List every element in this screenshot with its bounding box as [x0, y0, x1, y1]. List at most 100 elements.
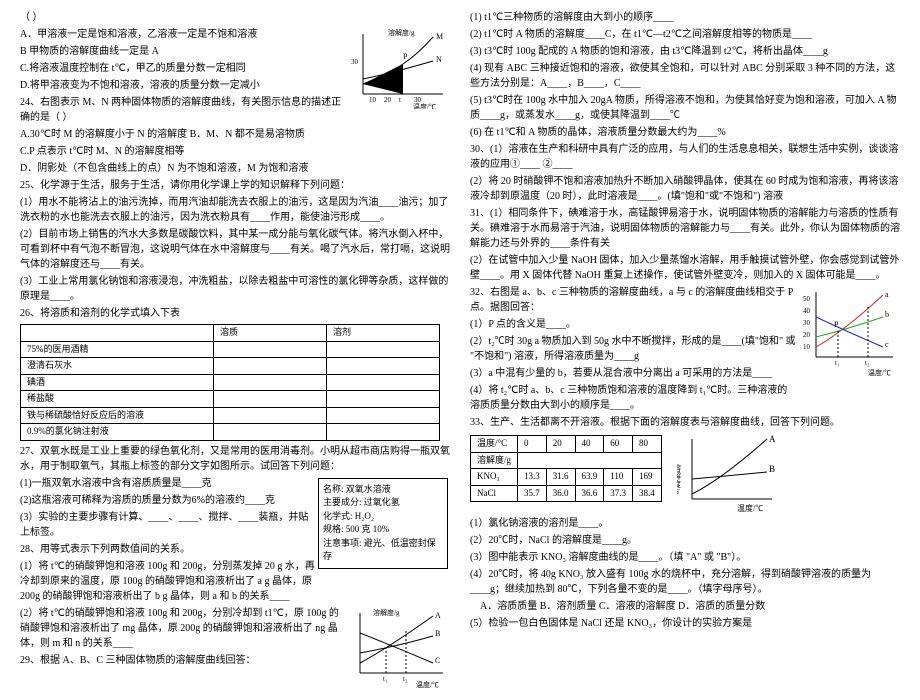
row-iodine: 碘酒: [21, 374, 214, 391]
svg-text:N: N: [436, 55, 442, 64]
worksheet-page: （ ） A．甲溶液一定是饱和溶液，乙溶液一定是不饱和溶液 B 甲物质的溶解度曲线…: [0, 0, 920, 700]
q33-3: (3）图中能表示 KNO₃ 溶解度曲线的是____。（填 "A" 或 "B"）。: [470, 550, 900, 565]
svg-text:M: M: [436, 32, 443, 41]
q33-5: (5）检验一包白色固体是 NaCl 还是 KNO₃，你设计的实验方案是: [470, 616, 900, 631]
svg-text:温度/℃: 温度/℃: [737, 503, 763, 513]
c-nacl-60: 37.3: [604, 485, 633, 502]
q24c: C.P 点表示 t℃时 M、N 的溶解度相等: [20, 144, 346, 159]
th-sol: 溶解度/g: [471, 452, 518, 469]
q28: 28、用等式表示下列两数值间的关系。: [20, 542, 316, 557]
svg-text:P: P: [403, 52, 408, 61]
svg-text:20: 20: [384, 96, 392, 104]
th-solvent: 溶剂: [327, 325, 440, 342]
q30: 30、(1）溶液在生产和科研中具有广泛的应用，与人们的生活息息相关，联想生活中实…: [470, 142, 900, 172]
solubility-graph-4: A B 溶解度/g 温度/℃: [677, 434, 777, 514]
th-20: 20: [546, 436, 575, 453]
q24: 24、右图表示 M、N 两种固体物质的溶解度曲线，有关图示信息的描述正确的是（ …: [20, 95, 346, 125]
q27-2: (2)这瓶溶液可稀释为溶质的质量分数为6%的溶液约____克: [20, 493, 316, 508]
label-name: 名称: 双氧水溶液: [323, 483, 443, 497]
svg-text:a: a: [885, 290, 889, 299]
label-spec: 规格: 500 克 10%: [323, 523, 443, 537]
r6: (6) 在 t1℃和 A 物质的晶体，溶液质量分数最大约为____%: [470, 125, 900, 140]
svg-text:t₂: t₂: [403, 675, 408, 683]
q33-4-opts: A．溶质质量 B．溶剂质量 C．溶液的溶解度 D．溶质的质量分数: [470, 599, 900, 614]
svg-text:30: 30: [803, 319, 811, 327]
left-column: （ ） A．甲溶液一定是饱和溶液，乙溶液一定是不饱和溶液 B 甲物质的溶解度曲线…: [20, 10, 450, 690]
solubility-graph-1: M N P 30 10 20 t 30 溶解度/g 温度/℃: [348, 29, 448, 109]
q27-3: (3）实验的主要步骤有计算、____、____、搅拌、____装瓶，并贴上标签。: [20, 510, 316, 540]
r2: (2) t1℃时 A 物质的溶解度____C，在 t1℃—t2℃之间溶解度相等的…: [470, 27, 900, 42]
c-nacl-20: 36.0: [546, 485, 575, 502]
th-80: 80: [633, 436, 662, 453]
q33-4: (4）20℃时，将 40g KNO₃ 放入盛有 100g 水的烧杯中，充分溶解，…: [470, 567, 900, 597]
svg-text:c: c: [885, 340, 889, 349]
right-column: (1) t1℃三种物质的溶解度由大到小的顺序____ (2) t1℃时 A 物质…: [470, 10, 900, 690]
svg-text:30: 30: [351, 58, 359, 66]
solute-solvent-table: 溶质溶剂 75%的医用酒精 澄清石灰水 碘酒 稀盐酸 铁与稀硫酸恰好反应后的溶液…: [20, 324, 440, 441]
svg-text:20: 20: [803, 331, 811, 339]
q33-2: (2）20℃时，NaCl 的溶解度是____g。: [470, 533, 900, 548]
q32-3: (3）a 中混有少量的 b，若要从混合液中分离出 a 可采用的方法是____: [470, 366, 796, 381]
c-nacl-40: 36.6: [575, 485, 604, 502]
opt-d: D.将甲溶液变为不饱和溶液，溶液的质量分数一定减小: [20, 78, 346, 93]
q32-2: (2）t₂℃时 30g a 物质加入到 50g 水中不断搅拌，形成的是____(…: [470, 334, 796, 364]
svg-text:A: A: [435, 611, 441, 620]
svg-text:A: A: [769, 434, 776, 444]
q29: 29、根据 A、B、C 三种固体物质的溶解度曲线回答：: [20, 653, 346, 668]
th-60: 60: [604, 436, 633, 453]
q28-1: (1）将 t℃的硝酸钾饱和溶液 100g 和 200g，分别蒸发掉 20 g 水…: [20, 559, 316, 604]
svg-text:t₁: t₁: [835, 359, 839, 367]
svg-text:溶解度/g: 溶解度/g: [388, 29, 415, 37]
row-hcl: 稀盐酸: [21, 391, 214, 408]
q33: 33、生产、生活都离不开溶液。根据下面的溶解度表与溶解度曲线，回答下列问题。: [470, 415, 900, 430]
svg-text:10: 10: [803, 343, 811, 351]
svg-text:t₁: t₁: [383, 675, 387, 683]
q27: 27、双氧水既是工业上重要的绿色氧化剂，又是常用的医用消毒剂。小明从超市商店购得…: [20, 444, 450, 474]
q32-1: (1）P 点的含义是____。: [470, 317, 796, 332]
c-kno3-20: 31.6: [546, 469, 575, 486]
svg-text:溶解度/g: 溶解度/g: [373, 608, 400, 617]
q32-4: (4）将 t₂℃时 a、b、c 三种物质饱和溶液的温度降到 t₁℃时。三种溶液的…: [470, 383, 796, 413]
q27-1: (1)一瓶双氧水溶液中含有溶质质量是____克: [20, 476, 316, 491]
th-0: 0: [518, 436, 547, 453]
q30-2: (2）将 20 时硝酸钾不饱和溶液加热升不断加入硝酸钾晶体，使其在 60 时成为…: [470, 174, 900, 204]
row-limewater: 澄清石灰水: [21, 358, 214, 375]
svg-text:50: 50: [803, 295, 811, 303]
opt-c: C.将溶液温度控制在 t℃，甲乙的质量分数一定相同: [20, 61, 346, 76]
c-kno3-40: 63.9: [575, 469, 604, 486]
opt-b: B 甲物质的溶解度曲线一定是 A: [20, 44, 346, 59]
q28-2: (2）将 t℃的硝酸钾饱和溶液 100g 和 200g，分别冷却到 t1℃，原 …: [20, 606, 346, 651]
q-paren: （ ）: [20, 10, 450, 25]
svg-text:温度/℃: 温度/℃: [413, 102, 436, 109]
svg-text:B: B: [769, 464, 775, 474]
c-kno3-0: 13.3: [518, 469, 547, 486]
q25-1: (1）用水不能将沾上的油污洗掉，而用汽油却能洗去衣服上的油污，这是因为汽油___…: [20, 195, 450, 225]
label-ingredient: 主要成分: 过氧化氢: [323, 496, 443, 510]
solubility-graph-3: a b c P 10 20 30 40 50 t₁ t₂ 温度/℃: [798, 287, 898, 367]
r3: (3) t3℃时 100g 配成的 A 物质的饱和溶液，由 t3℃降温到 t2℃…: [470, 44, 900, 59]
svg-text:B: B: [435, 629, 440, 638]
c-kno3-60: 110: [604, 469, 633, 486]
svg-text:40: 40: [803, 307, 811, 315]
label-formula: 化学式: H₂O₂: [323, 510, 443, 524]
solubility-graph-2: A B C t₁ t₂ 溶解度/g 温度/℃: [348, 608, 448, 688]
row-alcohol: 75%的医用酒精: [21, 341, 214, 358]
q26: 26、将溶质和溶剂的化学式填入下表: [20, 306, 450, 321]
r4: (4) 现有 ABC 三种接近饱和的溶液，欲使其全饱和，可以针对 ABC 分别采…: [470, 61, 900, 91]
th-temp: 温度/°C: [471, 436, 518, 453]
svg-text:t: t: [399, 96, 401, 104]
q32: 32、右图是 a、b、c 三种物质的溶解度曲线，a 与 c 的溶解度曲线相交于 …: [470, 285, 796, 315]
label-note: 注意事项: 避光、低温密封保存: [323, 537, 443, 564]
c-nacl-0: 35.7: [518, 485, 547, 502]
q24d: D．阴影处（不包含曲线上的点）N 为不饱和溶液，M 为饱和溶液: [20, 161, 346, 176]
th-40: 40: [575, 436, 604, 453]
q31-2: (2）在试管中加入少量 NaOH 固体，加入少量蒸馏水溶解，用手触摸试管外壁，你…: [470, 253, 900, 283]
row-kno3: KNO₃: [471, 469, 518, 486]
row-iron: 铁与稀硫酸恰好反应后的溶液: [21, 407, 214, 424]
q33-1: (1）氯化钠溶液的溶剂是____。: [470, 516, 900, 531]
opt-a: A．甲溶液一定是饱和溶液，乙溶液一定是不饱和溶液: [20, 27, 346, 42]
svg-text:溶解度/g: 溶解度/g: [677, 463, 682, 494]
q25-2: (2）目前市场上销售的汽水大多数是碳酸饮料，其中某一成分能与氧化碳气体。将汽水倒…: [20, 227, 450, 272]
q31: 31、(1）相同条件下，碘难溶于水，高锰酸钾易溶于水，说明固体物质的溶解能力与溶…: [470, 206, 900, 251]
r5: (5) t3℃时在 100g 水中加入 20gA 物质，所得溶液不饱和，为使其恰…: [470, 93, 900, 123]
